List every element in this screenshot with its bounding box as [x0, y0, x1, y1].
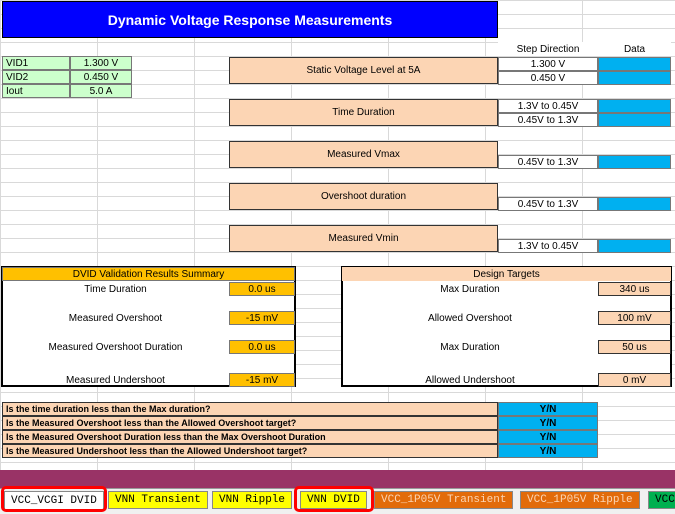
- target-value[interactable]: 340 us: [598, 282, 671, 296]
- param-name[interactable]: VID2: [2, 70, 70, 84]
- measurement-label[interactable]: Static Voltage Level at 5A: [229, 57, 498, 84]
- tab-vcc-1p05v-ripple[interactable]: VCC_1P05V Ripple: [520, 491, 640, 509]
- question-text: Is the time duration less than the Max d…: [2, 402, 498, 416]
- step-direction-cell[interactable]: 0.45V to 1.3V: [498, 197, 598, 211]
- data-cell[interactable]: [598, 57, 671, 71]
- param-value[interactable]: 5.0 A: [70, 84, 132, 98]
- target-label: Allowed Undershoot: [425, 374, 515, 386]
- step-direction-cell[interactable]: 0.450 V: [498, 71, 598, 85]
- highlight-ring: [1, 486, 107, 512]
- target-label: Max Duration: [440, 341, 500, 353]
- summary-value[interactable]: -15 mV: [229, 311, 295, 325]
- tab-vnn-transient[interactable]: VNN Transient: [108, 491, 208, 509]
- targets-title: Design Targets: [342, 267, 671, 281]
- target-value[interactable]: 0 mV: [598, 373, 671, 387]
- answer-cell[interactable]: Y/N: [498, 416, 598, 430]
- target-value[interactable]: 50 us: [598, 340, 671, 354]
- data-header: Data: [598, 42, 671, 56]
- summary-label: Measured Overshoot: [68, 312, 163, 324]
- step-direction-cell[interactable]: 0.45V to 1.3V: [498, 113, 598, 127]
- answer-cell[interactable]: Y/N: [498, 444, 598, 458]
- param-value[interactable]: 0.450 V: [70, 70, 132, 84]
- question-text: Is the Measured Overshoot Duration less …: [2, 430, 498, 444]
- step-direction-cell[interactable]: 1.3V to 0.45V: [498, 239, 598, 253]
- param-name[interactable]: Iout: [2, 84, 70, 98]
- step-direction-cell[interactable]: 1.3V to 0.45V: [498, 99, 598, 113]
- step-direction-header: Step Direction: [498, 42, 598, 56]
- summary-label: Time Duration: [84, 283, 147, 295]
- data-cell[interactable]: [598, 99, 671, 113]
- highlight-ring: [294, 486, 374, 512]
- param-name[interactable]: VID1: [2, 56, 70, 70]
- summary-label: Measured Undershoot: [66, 374, 165, 386]
- tab-vcc-1p05v-transient[interactable]: VCC_1P05V Transient: [374, 491, 514, 509]
- summary-title: DVID Validation Results Summary: [2, 267, 295, 281]
- summary-value[interactable]: 0.0 us: [229, 282, 295, 296]
- tab-vnn-ripple[interactable]: VNN Ripple: [212, 491, 293, 509]
- step-direction-cell[interactable]: 1.300 V: [498, 57, 598, 71]
- summary-value[interactable]: 0.0 us: [229, 340, 295, 354]
- data-cell[interactable]: [598, 71, 671, 85]
- measurement-label[interactable]: Time Duration: [229, 99, 498, 126]
- measurement-label[interactable]: Overshoot duration: [229, 183, 498, 210]
- param-value[interactable]: 1.300 V: [70, 56, 132, 70]
- summary-label: Measured Overshoot Duration: [48, 341, 183, 353]
- target-value[interactable]: 100 mV: [598, 311, 671, 325]
- target-label: Max Duration: [440, 283, 500, 295]
- data-cell[interactable]: [598, 113, 671, 127]
- tab-vcc[interactable]: VCC: [648, 491, 675, 509]
- question-text: Is the Measured Overshoot less than the …: [2, 416, 498, 430]
- sheet-title: Dynamic Voltage Response Measurements: [2, 1, 498, 38]
- answer-cell[interactable]: Y/N: [498, 402, 598, 416]
- measurement-label[interactable]: Measured Vmin: [229, 225, 498, 252]
- question-text: Is the Measured Undershoot less than the…: [2, 444, 498, 458]
- data-cell[interactable]: [598, 239, 671, 253]
- target-label: Allowed Overshoot: [428, 312, 512, 324]
- answer-cell[interactable]: Y/N: [498, 430, 598, 444]
- summary-value[interactable]: -15 mV: [229, 373, 295, 387]
- step-direction-cell[interactable]: 0.45V to 1.3V: [498, 155, 598, 169]
- data-cell[interactable]: [598, 197, 671, 211]
- data-cell[interactable]: [598, 155, 671, 169]
- measurement-label[interactable]: Measured Vmax: [229, 141, 498, 168]
